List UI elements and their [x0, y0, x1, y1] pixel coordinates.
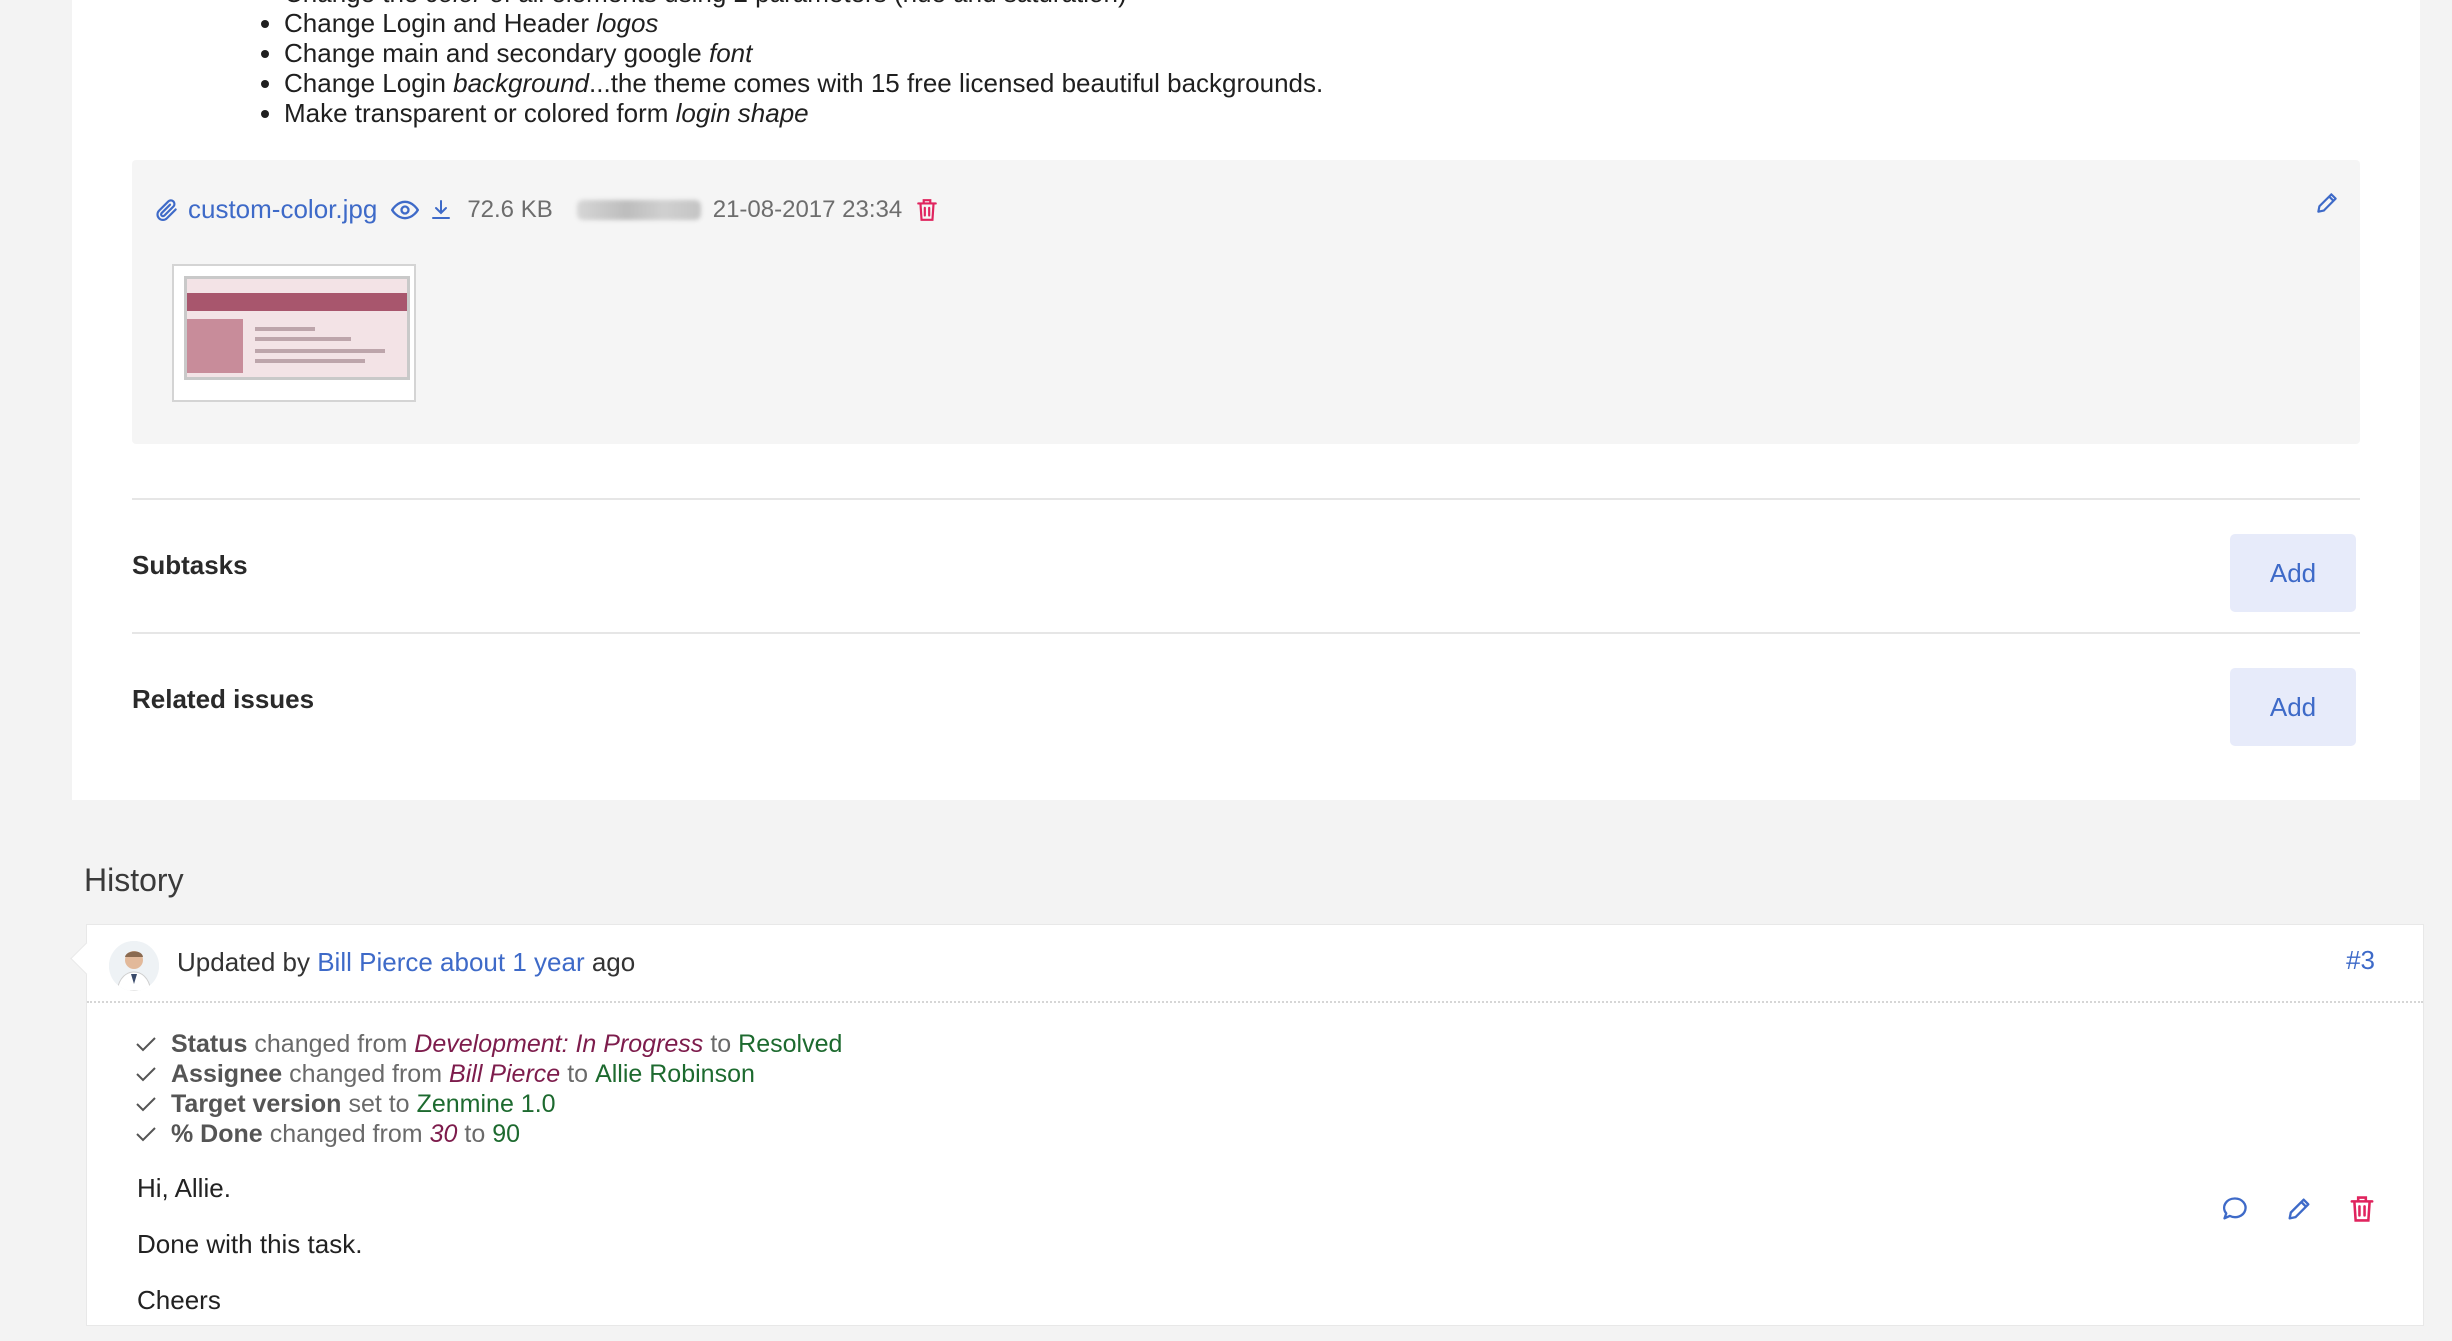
feature-list: Change the color of all elements using 2…: [212, 0, 1323, 128]
list-item: % Done changed from 30 to 90: [135, 1119, 842, 1149]
divider: [132, 632, 2360, 634]
related-issues-title: Related issues: [132, 684, 315, 714]
edit-note-icon[interactable]: [2285, 1195, 2313, 1223]
pencil-icon[interactable]: [2314, 190, 2340, 216]
list-item: Change Login and Header logos: [284, 8, 1323, 38]
check-icon: [135, 1035, 157, 1053]
list-item: Change Login background...the theme come…: [284, 68, 1323, 98]
quote-reply-icon[interactable]: [2221, 1195, 2249, 1223]
note-paragraph: Done with this task.: [137, 1229, 363, 1259]
history-notes: Hi, Allie. Done with this task. Cheers: [137, 1173, 362, 1341]
divider: [132, 498, 2360, 500]
note-paragraph: Cheers: [137, 1285, 221, 1315]
check-icon: [135, 1125, 157, 1143]
list-item: Assignee changed from Bill Pierce to All…: [135, 1059, 842, 1089]
history-entry-title: Updated by Bill Pierce about 1 year ago: [177, 947, 636, 977]
note-id-link[interactable]: #3: [2346, 945, 2375, 976]
list-item: Change main and secondary google font: [284, 38, 1323, 68]
list-item: Target version set to Zenmine 1.0: [135, 1089, 842, 1119]
eye-icon[interactable]: [391, 199, 420, 221]
history-entry-header: Updated by Bill Pierce about 1 year ago …: [87, 925, 2423, 1003]
add-related-issue-button[interactable]: Add: [2230, 668, 2356, 746]
list-item: Make transparent or colored form login s…: [284, 98, 1323, 128]
attachment-size: 72.6 KB: [467, 195, 553, 223]
thumbnail-preview: [184, 276, 410, 380]
paperclip-icon: [154, 197, 180, 223]
attachments-box: custom-color.jpg 72.6 KB 21-08-2017 23:3…: [132, 160, 2360, 444]
attachment-row: custom-color.jpg 72.6 KB 21-08-2017 23:3…: [154, 194, 938, 225]
attachment-author-blurred: [576, 199, 701, 220]
add-subtask-button[interactable]: Add: [2230, 534, 2356, 612]
list-item: Status changed from Development: In Prog…: [135, 1029, 842, 1059]
avatar: [109, 941, 159, 991]
subtasks-title: Subtasks: [132, 550, 248, 580]
time-ago-link[interactable]: about 1 year: [440, 947, 585, 977]
change-details: Status changed from Development: In Prog…: [135, 1029, 842, 1149]
attachment-date: 21-08-2017 23:34: [712, 195, 903, 223]
history-actions: [2221, 1195, 2375, 1223]
delete-note-icon[interactable]: [2349, 1195, 2375, 1223]
trash-icon[interactable]: [916, 198, 938, 222]
attachment-thumbnail[interactable]: [172, 264, 416, 402]
author-link[interactable]: Bill Pierce: [317, 947, 433, 977]
history-entry: Updated by Bill Pierce about 1 year ago …: [70, 924, 2424, 1326]
issue-card: Change the color of all elements using 2…: [72, 0, 2420, 800]
download-icon[interactable]: [429, 198, 453, 222]
check-icon: [135, 1065, 157, 1083]
history-title: History: [84, 862, 184, 898]
list-item: Change the color of all elements using 2…: [284, 0, 1323, 8]
attachment-filename-link[interactable]: custom-color.jpg: [188, 194, 377, 225]
note-paragraph: Hi, Allie.: [137, 1173, 231, 1203]
check-icon: [135, 1095, 157, 1113]
